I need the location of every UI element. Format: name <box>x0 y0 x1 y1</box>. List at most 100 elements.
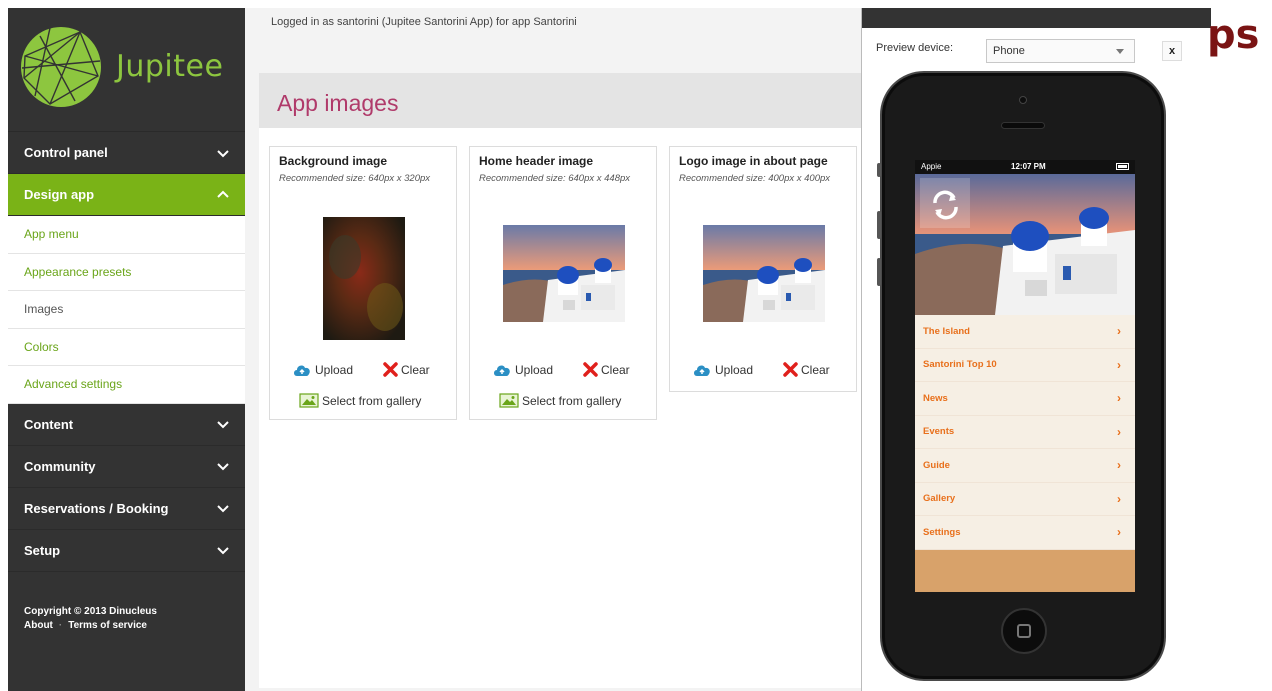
clear-button[interactable]: Clear <box>783 362 830 377</box>
phone-home-button[interactable] <box>1001 608 1047 654</box>
card-title: Background image <box>279 154 388 168</box>
phone-menu-label: Guide <box>923 459 950 471</box>
brand-name: Jupitee <box>116 49 224 84</box>
chevron-down-icon <box>217 421 229 429</box>
submenu-colors[interactable]: Colors <box>8 329 245 366</box>
phone-volume-down <box>877 258 881 286</box>
chevron-down-icon <box>217 547 229 555</box>
card-recommended-size: Recommended size: 640px x 448px <box>479 173 631 184</box>
status-carrier: Appie <box>921 162 942 171</box>
phone-menu-item-the-island[interactable]: The Island › <box>915 315 1135 349</box>
nav-control-panel[interactable]: Control panel <box>8 132 245 174</box>
section-header: App images <box>259 73 861 128</box>
footer-links: About · Terms of service <box>24 619 245 633</box>
phone-mute-switch <box>877 163 881 177</box>
submenu-appearance-presets[interactable]: Appearance presets <box>8 254 245 291</box>
phone-menu-label: News <box>923 392 948 404</box>
phone-menu-item-settings[interactable]: Settings › <box>915 516 1135 550</box>
chevron-right-icon: › <box>1117 324 1121 339</box>
upload-label: Upload <box>515 363 554 377</box>
phone-menu-item-guide[interactable]: Guide › <box>915 449 1135 483</box>
phone-menu-item-santorini-top-10[interactable]: Santorini Top 10 › <box>915 348 1135 382</box>
gallery-label: Select from gallery <box>322 393 422 408</box>
corner-brand-text: ps <box>1207 12 1260 58</box>
preview-topbar <box>862 8 1211 28</box>
nav-design-app-label: Design app <box>24 187 95 202</box>
chevron-right-icon: › <box>1117 391 1121 406</box>
upload-button[interactable]: Upload <box>492 363 553 377</box>
sidebar: Jupitee Control panel Design app App men… <box>8 8 245 691</box>
battery-icon <box>1116 163 1129 170</box>
submenu-app-menu[interactable]: App menu <box>8 216 245 254</box>
nav-content-label: Content <box>24 416 74 432</box>
phone-menu-label: Events <box>923 426 955 438</box>
chevron-right-icon: › <box>1117 357 1121 372</box>
card-logo-image-about: Logo image in about page Recommended siz… <box>669 146 857 392</box>
card-recommended-size: Recommended size: 400px x 400px <box>679 173 831 184</box>
phone-menu-item-news[interactable]: News › <box>915 382 1135 416</box>
copyright-text: Copyright © 2013 Dinucleus <box>24 605 157 617</box>
close-icon <box>383 362 398 377</box>
card-title: Logo image in about page <box>679 154 828 168</box>
preview-device-value: Phone <box>993 45 1025 57</box>
phone-status-bar: Appie 12:07 PM <box>915 160 1135 174</box>
chevron-down-icon <box>217 149 229 157</box>
preview-device-select[interactable]: Phone <box>986 39 1135 63</box>
phone-menu-label: The Island <box>923 325 970 337</box>
chevron-down-icon <box>217 505 229 513</box>
upload-label: Upload <box>715 363 754 377</box>
phone-menu-label: Gallery <box>923 493 956 505</box>
close-icon <box>783 362 798 377</box>
nav-community[interactable]: Community <box>8 446 245 488</box>
upload-button[interactable]: Upload <box>292 363 353 377</box>
select-from-gallery-button[interactable]: Select from gallery <box>499 393 621 408</box>
page-title: App images <box>277 90 399 116</box>
nav-content[interactable]: Content <box>8 404 245 446</box>
copyright-block: Copyright © 2013 Dinucleus About · Terms o… <box>8 572 245 633</box>
card-home-header-image: Home header image Recommended size: 640p… <box>469 146 657 420</box>
chevron-right-icon: › <box>1117 491 1121 506</box>
submenu-advanced-settings[interactable]: Advanced settings <box>8 366 245 404</box>
gallery-label: Select from gallery <box>522 393 622 408</box>
phone-screen: Appie 12:07 PM The Island › Santorini To… <box>915 160 1135 592</box>
phone-mockup: Appie 12:07 PM The Island › Santorini To… <box>877 71 1166 681</box>
app-window: Jupitee Control panel Design app App men… <box>0 0 1272 691</box>
terms-link[interactable]: Terms of service <box>68 620 147 631</box>
cloud-upload-icon <box>694 365 710 376</box>
card-background-image: Background image Recommended size: 640px… <box>269 146 457 420</box>
chevron-down-icon <box>1116 49 1124 54</box>
chevron-down-icon <box>217 463 229 471</box>
select-from-gallery-button[interactable]: Select from gallery <box>299 393 421 408</box>
nav-community-label: Community <box>24 458 96 474</box>
preview-device-label: Preview device: <box>876 42 954 54</box>
nav-setup[interactable]: Setup <box>8 530 245 572</box>
clear-button[interactable]: Clear <box>583 362 630 377</box>
upload-button[interactable]: Upload <box>692 363 753 377</box>
clear-button[interactable]: Clear <box>383 362 430 377</box>
phone-menu-item-gallery[interactable]: Gallery › <box>915 482 1135 516</box>
phone-menu-item-events[interactable]: Events › <box>915 415 1135 449</box>
card-title: Home header image <box>479 154 594 168</box>
clear-label: Clear <box>801 362 830 377</box>
phone-menu-label: Santorini Top 10 <box>923 359 997 371</box>
phone-header-image <box>915 174 1135 315</box>
nav-reservations-booking[interactable]: Reservations / Booking <box>8 488 245 530</box>
nav-control-panel-label: Control panel <box>24 145 108 160</box>
cloud-upload-icon <box>494 365 510 376</box>
nav-design-app[interactable]: Design app <box>8 174 245 216</box>
about-link[interactable]: About <box>24 620 53 631</box>
image-icon <box>499 393 519 408</box>
preview-close-button[interactable]: x <box>1162 41 1182 61</box>
clear-label: Clear <box>601 362 630 377</box>
submenu-images[interactable]: Images <box>8 291 245 329</box>
nav-setup-label: Setup <box>24 542 61 558</box>
chevron-right-icon: › <box>1117 424 1121 439</box>
chevron-up-icon <box>217 190 229 198</box>
phone-camera <box>1019 96 1027 104</box>
phone-app-menu: The Island › Santorini Top 10 › News › Even… <box>915 315 1135 550</box>
phone-menu-label: Settings <box>923 526 961 538</box>
chevron-right-icon: › <box>1117 525 1121 540</box>
design-app-submenu: App menu Appearance presets Images Color… <box>8 216 245 404</box>
main-content: Logged in as santorini (Jupitee Santorin… <box>245 8 861 691</box>
logo-image-thumbnail <box>703 225 825 322</box>
